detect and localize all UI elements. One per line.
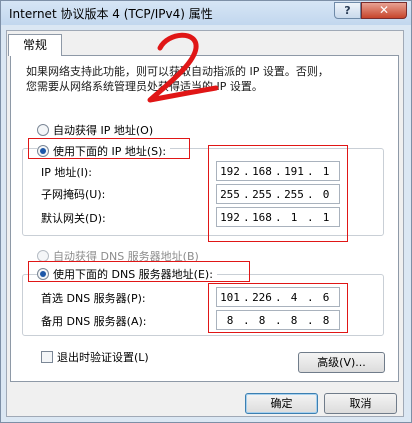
title-bar[interactable]: Internet 协议版本 4 (TCP/IPv4) 属性 ? ✕	[1, 1, 411, 25]
radio-auto-ip-label: 自动获得 IP 地址(O)	[53, 124, 154, 137]
annotation-number-two: 2	[147, 32, 219, 103]
radio-auto-ip[interactable]: 自动获得 IP 地址(O)	[37, 122, 153, 138]
checkbox-box-icon	[41, 351, 53, 363]
help-button[interactable]: ?	[334, 2, 361, 19]
validate-checkbox-label: 退出时验证设置(L)	[57, 351, 149, 364]
tab-general[interactable]: 常规	[8, 34, 62, 56]
highlight-box-ip-fields	[208, 145, 348, 242]
subnet-mask-label: 子网掩码(U):	[41, 188, 106, 201]
gateway-label: 默认网关(D):	[41, 212, 106, 225]
highlight-box-dns-radio	[28, 261, 250, 282]
window-title: Internet 协议版本 4 (TCP/IPv4) 属性	[9, 7, 213, 21]
validate-checkbox[interactable]: 退出时验证设置(L)	[41, 349, 149, 365]
close-button[interactable]: ✕	[361, 2, 407, 19]
highlight-box-dns-fields	[208, 283, 348, 333]
preferred-dns-label: 首选 DNS 服务器(P):	[41, 292, 146, 305]
radio-dot-icon	[37, 124, 49, 136]
ok-button[interactable]: 确定	[245, 393, 318, 414]
ip-address-label: IP 地址(I):	[41, 166, 92, 179]
cancel-button[interactable]: 取消	[324, 393, 397, 414]
advanced-button[interactable]: 高级(V)...	[298, 352, 385, 373]
highlight-box-ip-radio	[28, 138, 190, 159]
alternate-dns-label: 备用 DNS 服务器(A):	[41, 315, 147, 328]
